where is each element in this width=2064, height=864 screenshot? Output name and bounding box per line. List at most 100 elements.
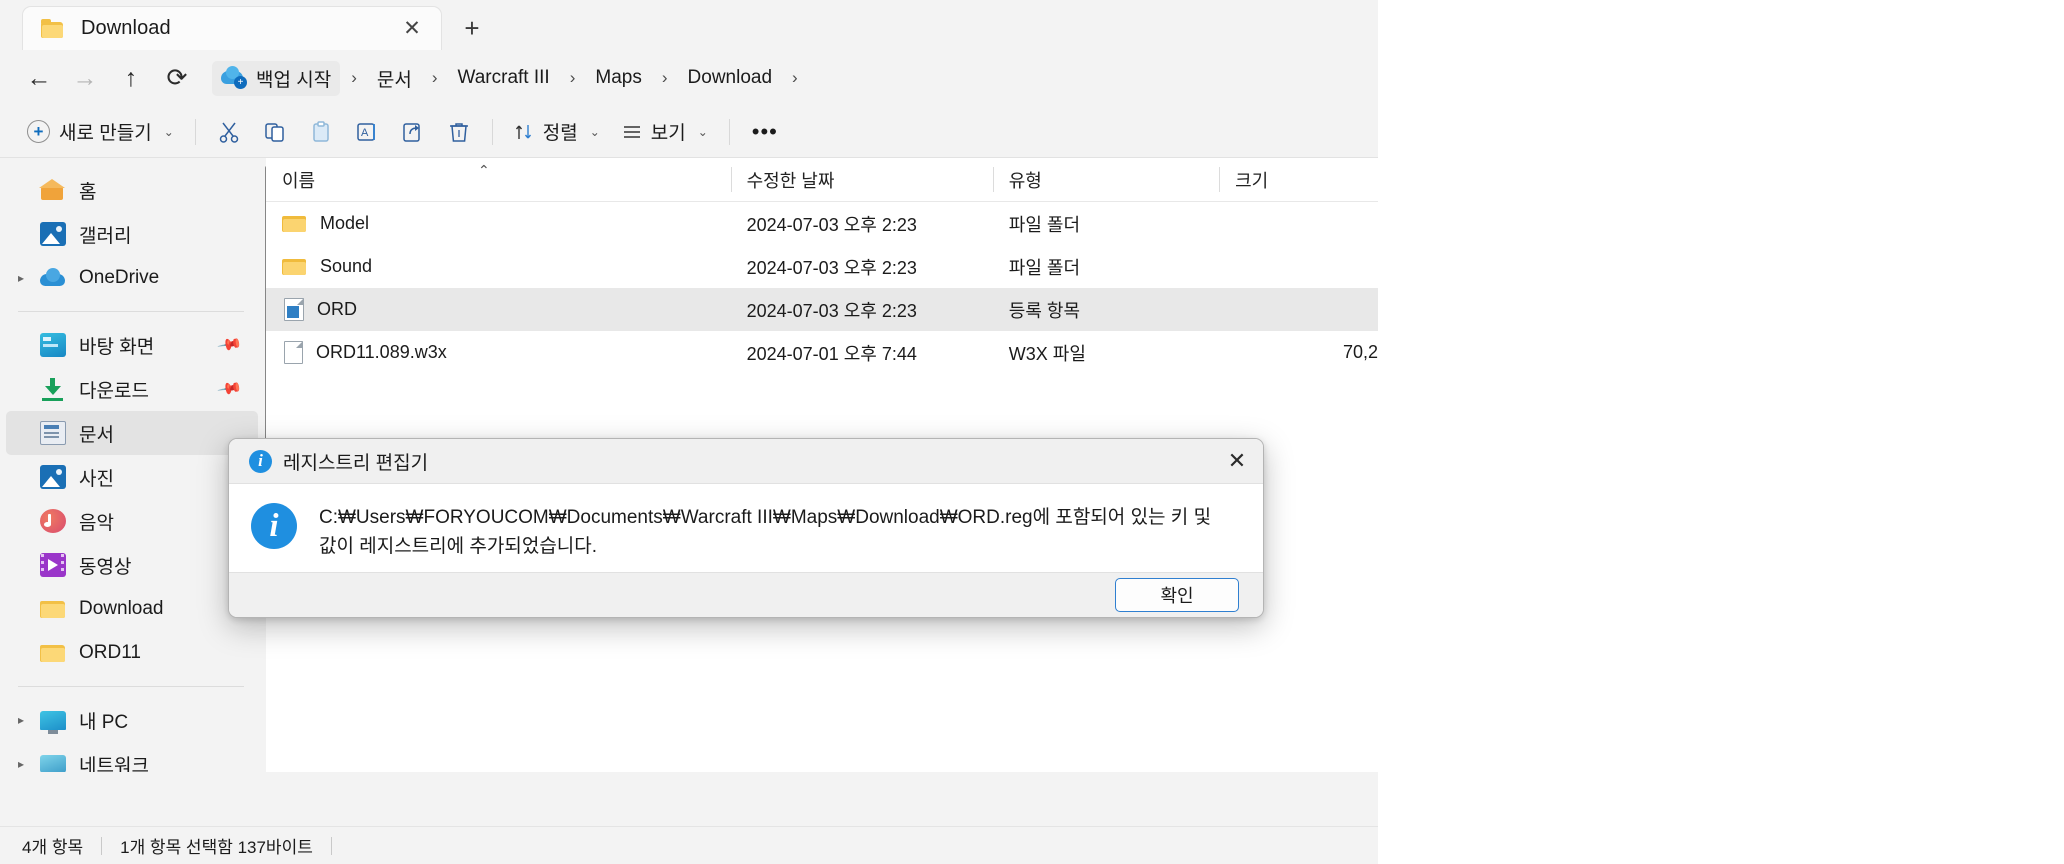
breadcrumb-item-documents[interactable]: 문서 — [368, 61, 421, 96]
sidebar-item-this-pc[interactable]: ▸ 내 PC — [6, 698, 258, 742]
new-button[interactable]: + 새로 만들기 ⌄ — [16, 112, 185, 152]
close-icon[interactable]: ✕ — [1211, 439, 1263, 483]
new-tab-button[interactable]: + — [444, 6, 500, 50]
dialog-content: i C:₩Users₩FORYOUCOM₩Documents₩Warcraft … — [229, 483, 1263, 573]
sidebar-item-label: 사진 — [79, 468, 114, 490]
delete-icon[interactable] — [436, 112, 482, 152]
view-label: 보기 — [650, 123, 686, 144]
sidebar-item-documents[interactable]: 문서 — [6, 411, 258, 455]
address-bar[interactable]: + 백업 시작 › 문서 › Warcraft III › Maps › Dow… — [212, 56, 1368, 100]
more-options-icon[interactable]: ••• — [740, 112, 790, 152]
sidebar-item-ord11[interactable]: ORD11 — [6, 631, 258, 675]
status-bar: 4개 항목 1개 항목 선택함 137바이트 — [0, 826, 1378, 864]
column-header-name[interactable]: 이름 — [266, 158, 731, 201]
dialog-message: C:₩Users₩FORYOUCOM₩Documents₩Warcraft II… — [319, 507, 1212, 558]
sort-button[interactable]: 정렬 ⌄ — [503, 112, 611, 152]
sidebar-item-downloads[interactable]: 다운로드 📌 — [6, 367, 258, 411]
sidebar-item-gallery[interactable]: 갤러리 — [6, 212, 258, 256]
tab-label: Download — [81, 17, 171, 39]
column-header-type[interactable]: 유형 — [992, 158, 1219, 201]
column-header-size[interactable]: 크기 — [1219, 158, 1378, 201]
dialog-titlebar: i 레지스트리 편집기 ✕ — [229, 439, 1263, 483]
paste-icon[interactable] — [298, 112, 344, 152]
table-row[interactable]: ORD11.089.w3x 2024-07-01 오후 7:44 W3X 파일 … — [266, 331, 1378, 374]
chevron-right-icon[interactable]: ▸ — [18, 713, 24, 727]
sidebar-item-label: OneDrive — [79, 267, 160, 288]
sidebar-item-label: ORD11 — [79, 642, 141, 663]
videos-icon — [40, 553, 66, 577]
sidebar-item-network[interactable]: ▸ 네트워크 — [6, 742, 258, 772]
divider — [330, 836, 332, 855]
forward-icon: → — [72, 63, 98, 92]
selection-info: 1개 항목 선택함 137바이트 — [120, 838, 313, 857]
file-date: 2024-07-03 오후 2:23 — [746, 257, 917, 278]
info-icon: i — [249, 449, 272, 473]
up-icon[interactable]: ↑ — [108, 55, 154, 101]
sidebar-item-label: 갤러리 — [79, 225, 132, 247]
ok-button[interactable]: 확인 — [1115, 578, 1239, 612]
sidebar-item-desktop[interactable]: 바탕 화면 📌 — [6, 323, 258, 367]
sidebar-item-download[interactable]: Download — [6, 587, 258, 631]
table-row[interactable]: Sound 2024-07-03 오후 2:23 파일 폴더 — [266, 245, 1378, 288]
column-label: 크기 — [1235, 170, 1269, 191]
sidebar-item-pictures[interactable]: 사진 — [6, 455, 258, 499]
divider — [491, 118, 493, 145]
sidebar-item-onedrive[interactable]: ▸ OneDrive — [6, 256, 258, 300]
chevron-down-icon: ⌄ — [697, 124, 708, 139]
file-name-cell: Model — [266, 212, 731, 235]
chevron-right-icon[interactable]: ▸ — [18, 271, 24, 285]
file-date: 2024-07-03 오후 2:23 — [746, 300, 917, 321]
file-explorer-window: Download ✕ + ← → ↑ ⟳ + 백업 시작 › 문서 › Warc… — [0, 0, 1378, 864]
file-name: ORD — [317, 299, 357, 319]
pin-icon: 📌 — [216, 332, 243, 359]
sidebar-item-videos[interactable]: 동영상 — [6, 543, 258, 587]
back-icon[interactable]: ← — [16, 55, 62, 101]
file-name-cell: Sound — [266, 255, 731, 278]
breadcrumb-item-backup[interactable]: + 백업 시작 — [212, 60, 341, 96]
view-icon — [623, 125, 640, 138]
divider — [728, 118, 730, 145]
table-row[interactable]: Model 2024-07-03 오후 2:23 파일 폴더 — [266, 202, 1378, 245]
sidebar-item-label: 네트워크 — [79, 755, 149, 773]
desktop-icon — [40, 333, 66, 357]
command-bar: + 새로 만들기 ⌄ A 정렬 ⌄ 보기 ⌄ ••• — [0, 106, 1378, 158]
cut-icon[interactable] — [206, 112, 252, 152]
trash-glyph — [449, 122, 468, 142]
file-name-cell: ORD — [266, 298, 731, 321]
sidebar-item-music[interactable]: 음악 — [6, 499, 258, 543]
breadcrumb-item-maps[interactable]: Maps — [586, 63, 650, 93]
sidebar-item-label: 음악 — [79, 512, 114, 534]
file-type: 파일 폴더 — [1008, 257, 1081, 278]
registry-editor-dialog: i 레지스트리 편집기 ✕ i C:₩Users₩FORYOUCOM₩Docum… — [228, 438, 1264, 618]
file-type: 파일 폴더 — [1008, 214, 1081, 235]
sidebar-item-label: 동영상 — [79, 556, 132, 578]
refresh-icon[interactable]: ⟳ — [154, 55, 200, 101]
sidebar-item-label: 다운로드 — [79, 380, 149, 402]
column-label: 유형 — [1008, 170, 1042, 191]
sidebar-item-label: 내 PC — [79, 711, 129, 733]
documents-icon — [40, 421, 66, 445]
onedrive-icon — [40, 266, 66, 290]
view-button[interactable]: 보기 ⌄ — [611, 112, 719, 152]
copy-icon[interactable] — [252, 112, 298, 152]
file-name: ORD11.089.w3x — [316, 342, 447, 362]
table-row[interactable]: ORD 2024-07-03 오후 2:23 등록 항목 — [266, 288, 1378, 331]
tab-download[interactable]: Download ✕ — [22, 6, 442, 50]
close-icon[interactable]: ✕ — [397, 14, 427, 44]
folder-icon — [282, 255, 307, 278]
new-button-label: 새로 만들기 — [59, 123, 152, 144]
divider — [101, 836, 103, 855]
rename-icon[interactable]: A — [344, 112, 390, 152]
sidebar-item-home[interactable]: 홈 — [6, 168, 258, 212]
column-headers: 이름 수정한 날짜 유형 크기 ⌃ — [266, 158, 1378, 202]
file-date: 2024-07-03 오후 2:23 — [746, 214, 917, 235]
item-count: 4개 항목 — [22, 838, 84, 857]
breadcrumb-item-warcraft[interactable]: Warcraft III — [449, 63, 559, 93]
breadcrumb-item-download[interactable]: Download — [679, 63, 782, 93]
scissors-glyph — [219, 122, 238, 143]
column-header-date[interactable]: 수정한 날짜 — [730, 158, 993, 201]
column-label: 이름 — [282, 170, 316, 191]
breadcrumb-label: Maps — [595, 67, 642, 88]
chevron-right-icon[interactable]: ▸ — [18, 757, 24, 771]
share-icon[interactable] — [390, 112, 436, 152]
